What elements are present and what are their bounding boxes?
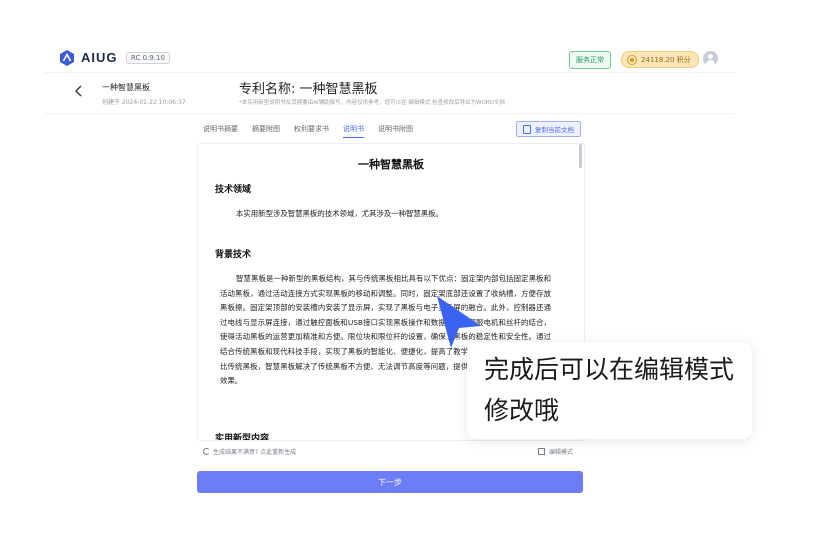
regenerate-link[interactable]: 生成结果不满意? 点此重新生成 (203, 447, 296, 456)
copy-document-label: 复制当前文档 (535, 126, 574, 134)
doc-created-date: 创建于 2024-01-22 10:06:37 (102, 99, 186, 106)
paragraph-technical-field: 本实用新型涉及智慧黑板的技术领域，尤其涉及一种智慧黑板。 (236, 209, 443, 218)
points-value: 24118.20 积分 (641, 55, 691, 64)
section-heading-utility-content: 实用新型内容 (215, 434, 270, 441)
top-bar: AIUG RC 0.9.10 服务正常 24118.20 积分 (45, 40, 735, 74)
back-arrow-icon[interactable] (73, 84, 85, 98)
version-badge: RC 0.9.10 (126, 52, 170, 64)
tip-text: 完成后可以在编辑模式修改哦 (484, 355, 735, 425)
tab-description-figures[interactable]: 说明书附图 (378, 124, 413, 138)
tip-callout: 完成后可以在编辑模式修改哦 (467, 342, 752, 439)
page-title: 专利名称: 一种智慧黑板 (239, 82, 378, 97)
points-balance[interactable]: 24118.20 积分 (621, 51, 699, 68)
section-heading-background: 背景技术 (215, 250, 252, 260)
next-step-button[interactable]: 下一步 (197, 471, 583, 493)
section-heading-technical-field: 技术领域 (215, 185, 252, 195)
document-title: 一种智慧黑板 (358, 158, 424, 171)
refresh-icon (203, 448, 210, 455)
copy-document-button[interactable]: 复制当前文档 (516, 121, 581, 137)
edit-mode-label: 编辑模式 (549, 449, 574, 456)
app-window: AIUG RC 0.9.10 服务正常 24118.20 积分 一种智慧黑板 创… (45, 40, 735, 510)
tab-claims[interactable]: 权利要求书 (294, 124, 329, 138)
tab-abstract[interactable]: 说明书摘要 (203, 124, 238, 138)
section-tabs: 说明书摘要 摘要附图 权利要求书 说明书 说明书附图 (203, 124, 427, 138)
brand-name: AIUG (81, 50, 118, 65)
coin-icon (627, 54, 637, 65)
avatar[interactable] (703, 51, 718, 66)
logo-icon (60, 50, 74, 66)
service-status-badge: 服务正常 (569, 51, 611, 69)
regenerate-label: 生成结果不满意? 点此重新生成 (213, 449, 297, 456)
tab-description[interactable]: 说明书 (343, 124, 364, 138)
doc-name: 一种智慧黑板 (102, 83, 150, 92)
ai-disclaimer: *本实用新型说明书及其摘要由AI辅助撰写，内容仅供参考，您可以在 编辑模式 检查… (239, 100, 505, 106)
tab-abstract-figure[interactable]: 摘要附图 (252, 124, 280, 138)
copy-icon (523, 124, 531, 134)
edit-mode-button[interactable]: 编辑模式 (538, 447, 573, 456)
document-header: 一种智慧黑板 创建于 2024-01-22 10:06:37 专利名称: 一种智… (45, 72, 735, 114)
edit-icon (538, 448, 545, 455)
